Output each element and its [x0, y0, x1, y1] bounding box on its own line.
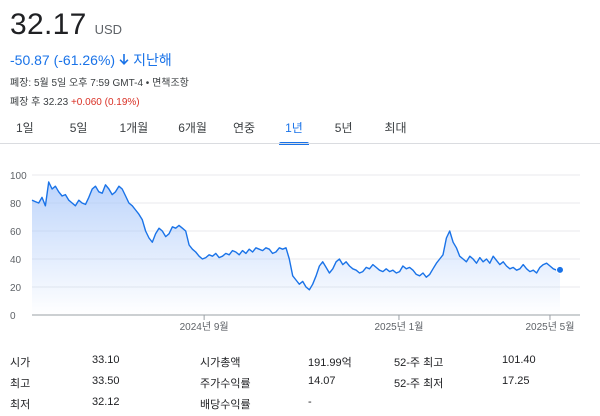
tab-1d[interactable]: 1일 [10, 118, 40, 142]
x-tick-label: 2024년 9월 [180, 321, 229, 333]
stat-value: 33.50 [92, 375, 120, 387]
price-header: 32.17 USD [10, 8, 122, 42]
stat-label: 주가수익률 [200, 378, 251, 390]
stat-label: 52-주 최저 [394, 378, 444, 390]
stat-value: - [308, 396, 312, 408]
tab-max[interactable]: 최대 [379, 118, 413, 142]
y-tick-label: 20 [10, 283, 22, 294]
tab-ytd[interactable]: 연중 [227, 118, 261, 142]
after-hours-info: 폐장 후 32.23 +0.060 (0.19%) [10, 93, 140, 108]
range-tabs: 1일 5일 1개월 6개월 연중 1년 5년 최대 [0, 118, 413, 145]
y-tick-label: 80 [10, 199, 22, 210]
tab-divider [0, 143, 600, 144]
stat-value: 191.99억 [308, 357, 352, 369]
tab-1y[interactable]: 1년 [279, 118, 309, 145]
stat-label: 52-주 최고 [394, 357, 444, 369]
stat-label: 시가 [10, 357, 31, 369]
stat-value: 33.10 [92, 354, 120, 366]
stat-label: 최고 [10, 378, 31, 390]
currency-label: USD [94, 22, 123, 37]
y-tick-label: 0 [10, 311, 16, 322]
change-period: 지난해 [133, 52, 172, 68]
stat-value: 14.07 [308, 375, 336, 387]
after-hours-label: 폐장 후 32.23 [10, 97, 69, 108]
tab-6m[interactable]: 6개월 [172, 118, 213, 142]
tab-5d[interactable]: 5일 [64, 118, 94, 142]
y-tick-label: 100 [10, 171, 27, 182]
price-change: -50.87 (-61.26%) 지난해 [10, 50, 172, 70]
change-value: -50.87 (-61.26%) [10, 52, 116, 68]
series-area [32, 182, 560, 315]
price-chart[interactable]: 100 80 60 40 20 0 2024년 9월 2025년 1월 2025년 5월 [0, 160, 600, 340]
stat-value: 101.40 [502, 354, 536, 366]
tab-5y[interactable]: 5년 [329, 118, 359, 142]
close-info: 폐장: 5월 5일 오후 7:59 GMT-4 • 면책조항 [10, 78, 189, 89]
tab-1m[interactable]: 1개월 [113, 118, 154, 142]
after-hours-change: +0.060 (0.19%) [70, 97, 140, 108]
stat-value: 17.25 [502, 375, 530, 387]
stat-label: 배당수익률 [200, 399, 251, 411]
stat-value: 32.12 [92, 396, 120, 408]
current-price: 32.17 [10, 8, 87, 41]
last-point-marker [556, 265, 564, 274]
arrow-down-icon [119, 53, 129, 68]
x-tick-label: 2025년 5월 [525, 321, 574, 333]
y-tick-label: 40 [10, 255, 22, 266]
stat-label: 시가총액 [200, 357, 241, 369]
x-tick-label: 2025년 1월 [374, 321, 423, 333]
y-tick-label: 60 [10, 227, 22, 238]
stat-label: 최저 [10, 399, 31, 411]
